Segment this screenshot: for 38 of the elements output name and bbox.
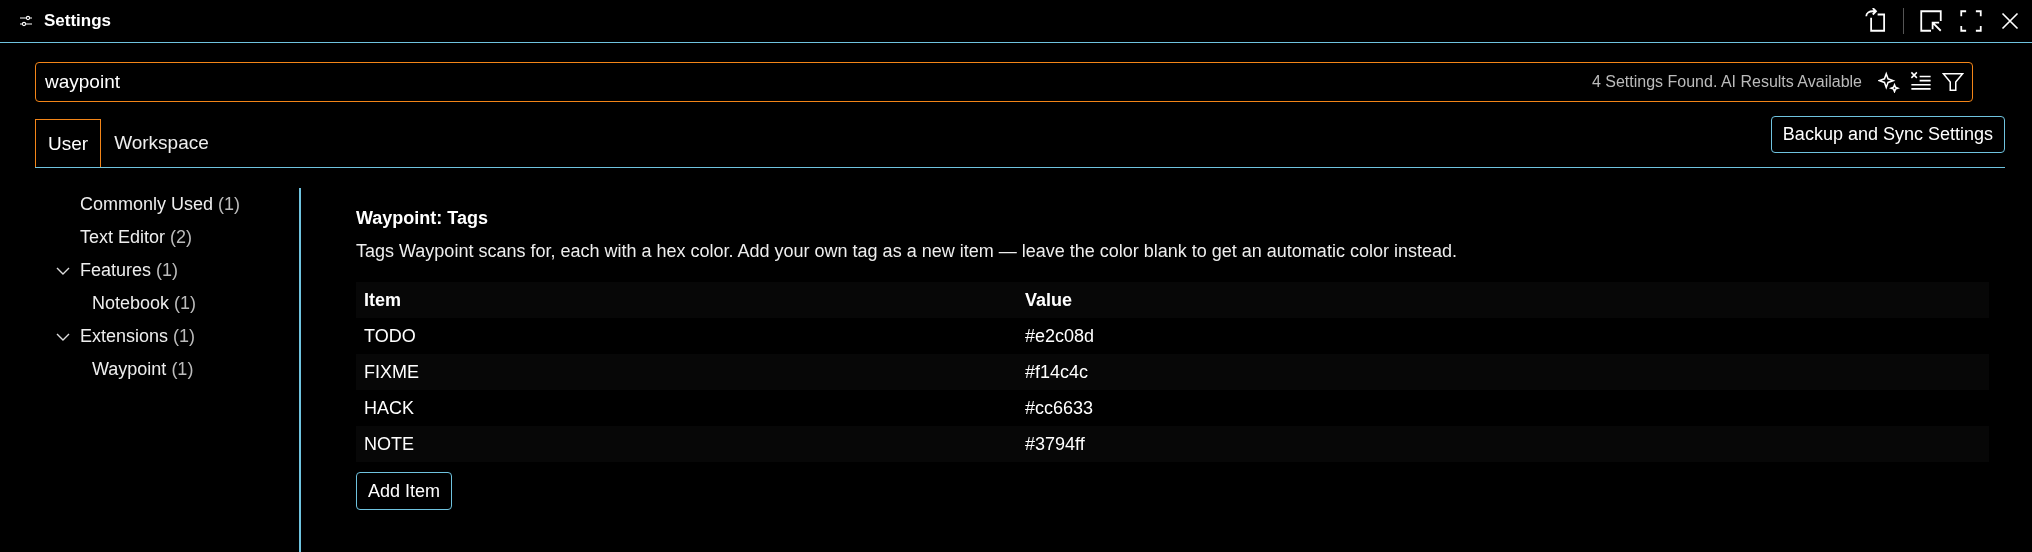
sliders-icon[interactable]	[18, 13, 34, 29]
table-cell: FIXME	[356, 354, 1017, 390]
table-cell: HACK	[356, 390, 1017, 426]
fullscreen-icon[interactable]	[1958, 8, 1984, 34]
add-item-button[interactable]: Add Item	[356, 472, 453, 510]
filter-icon[interactable]	[1942, 71, 1964, 93]
result-count: (1)	[174, 293, 197, 314]
result-count: (1)	[171, 359, 194, 380]
table-cell: #e2c08d	[1017, 318, 1989, 354]
tree-item[interactable]: Commonly Used	[80, 194, 214, 215]
column-header: Item	[356, 282, 1017, 318]
search-field[interactable]: waypoint 4 Settings Found. AI Results Available	[35, 62, 1973, 102]
search-input[interactable]: waypoint	[45, 71, 1582, 93]
search-result-count: 4 Settings Found. AI Results Available	[1591, 73, 1862, 91]
table-cell: TODO	[356, 318, 1017, 354]
tree-item[interactable]: Features	[80, 260, 152, 281]
table-cell: NOTE	[356, 426, 1017, 462]
tree-item[interactable]: Extensions	[80, 326, 169, 347]
result-count: (1)	[156, 260, 179, 281]
window-title: Settings	[44, 11, 112, 31]
window-pointer-icon[interactable]	[1918, 8, 1944, 34]
clear-filter-icon[interactable]	[1910, 71, 1932, 93]
tab[interactable]: User	[35, 119, 102, 167]
table-cell: #3794ff	[1017, 426, 1989, 462]
column-header: Value	[1017, 282, 1989, 318]
result-count: (1)	[218, 194, 241, 215]
tree-item[interactable]: Waypoint	[92, 359, 167, 380]
tree-item[interactable]: Notebook	[92, 293, 170, 314]
result-count: (2)	[170, 227, 193, 248]
tree-item[interactable]: Text Editor	[80, 227, 166, 248]
table-cell: #f14c4c	[1017, 354, 1989, 390]
setting-title: Waypoint: Tags	[356, 208, 489, 229]
setting-description: Tags Waypoint scans for, each with a hex color. Add your own tag as a new item — leave the color blank to get an automatic color instead.	[356, 241, 1458, 262]
tab[interactable]: Workspace	[101, 119, 222, 167]
backup-sync-button[interactable]: Backup and Sync Settings	[1770, 116, 2005, 153]
result-count: (1)	[173, 326, 196, 347]
table-cell: #cc6633	[1017, 390, 1989, 426]
sparkle-icon[interactable]	[1878, 71, 1900, 93]
